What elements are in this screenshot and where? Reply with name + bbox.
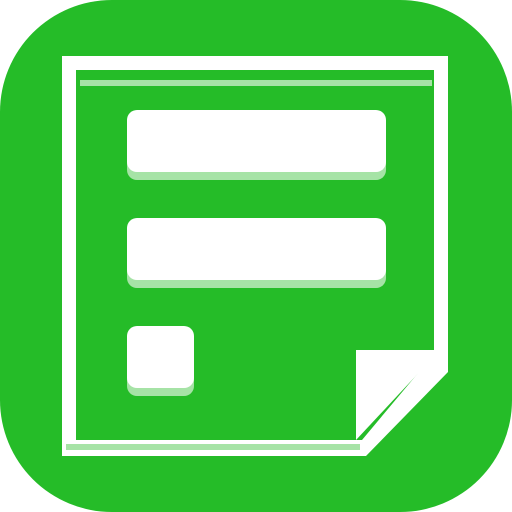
sheet-inner-shadow-bottom [66, 444, 360, 450]
note-form-icon [0, 0, 512, 512]
form-line-2 [127, 218, 386, 280]
form-line-1 [127, 110, 386, 172]
app-icon-canvas [0, 0, 512, 512]
checkbox-square [127, 326, 194, 388]
sheet-inner-shadow-top [80, 80, 432, 86]
